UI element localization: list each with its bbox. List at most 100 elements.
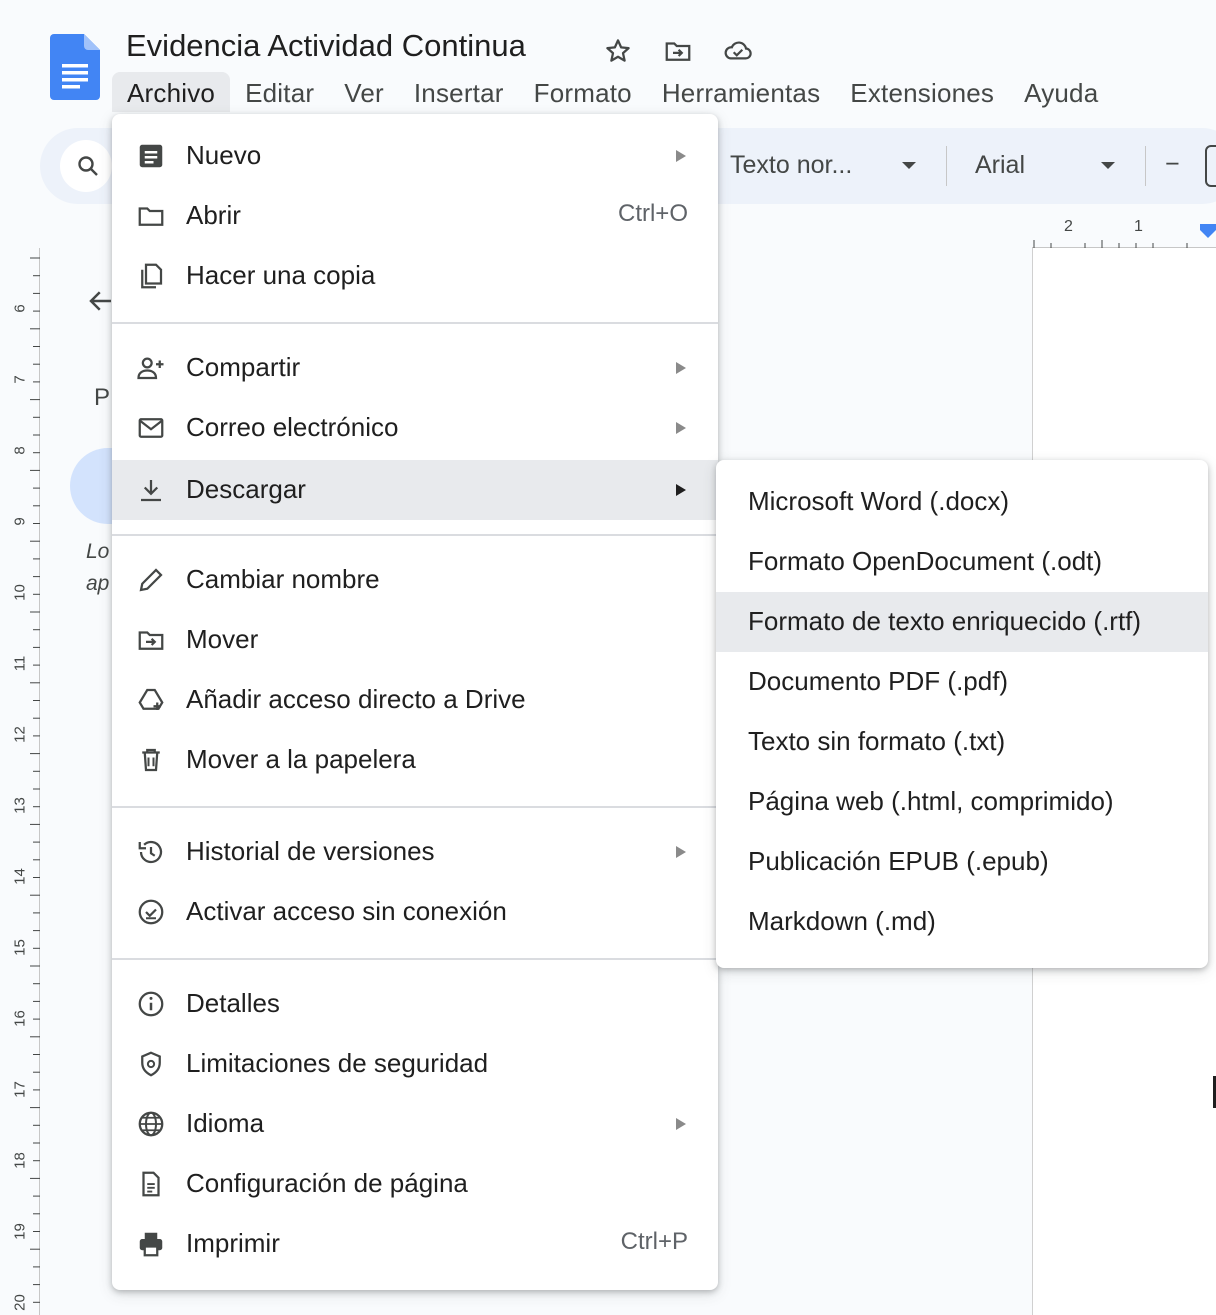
menu-item-label: Mover — [186, 624, 259, 654]
document-title[interactable]: Evidencia Actividad Continua — [126, 28, 526, 64]
menu-divider — [112, 958, 718, 960]
ruler-label: 9 — [11, 517, 29, 526]
menu-item-correo[interactable]: Correo electrónico — [112, 398, 718, 458]
ruler-label: 13 — [11, 797, 29, 814]
menu-archivo[interactable]: Archivo — [112, 72, 231, 112]
star-icon[interactable] — [603, 36, 633, 66]
menu-item-imprimir[interactable]: Imprimir Ctrl+P — [112, 1214, 718, 1274]
move-folder-icon — [138, 631, 164, 650]
docs-logo-icon[interactable] — [50, 34, 100, 100]
menu-item-config-pagina[interactable]: Configuración de página — [112, 1154, 718, 1214]
ruler-label: 17 — [11, 1081, 29, 1098]
ruler-label: 20 — [11, 1294, 29, 1311]
copy-icon — [141, 263, 163, 289]
menu-item-label: Configuración de página — [186, 1168, 468, 1198]
folder-icon — [138, 207, 164, 226]
menu-extensiones[interactable]: Extensiones — [835, 72, 1009, 112]
menu-item-detalles[interactable]: Detalles — [112, 974, 718, 1034]
menu-item-cambiar-nombre[interactable]: Cambiar nombre — [112, 550, 718, 610]
style-dropdown-caret-icon[interactable] — [902, 162, 916, 169]
page-setup-icon — [142, 1171, 160, 1197]
menu-item-abrir[interactable]: Abrir Ctrl+O — [112, 186, 718, 246]
ruler-label: 11 — [11, 655, 29, 672]
menu-item-label: Historial de versiones — [186, 836, 435, 866]
menu-item-label: Imprimir — [186, 1228, 280, 1258]
mail-icon — [138, 418, 164, 438]
menu-item-seguridad[interactable]: Limitaciones de seguridad — [112, 1034, 718, 1094]
horizontal-ruler[interactable]: 2 1 — [1032, 218, 1216, 248]
menu-item-label: Compartir — [186, 352, 301, 382]
security-icon — [141, 1051, 161, 1077]
font-size-decrease-button[interactable]: − — [1165, 150, 1180, 179]
menu-item-historial[interactable]: Historial de versiones — [112, 822, 718, 882]
person-add-icon — [137, 357, 164, 380]
font-size-input[interactable] — [1205, 145, 1216, 187]
menu-item-label: Añadir acceso directo a Drive — [186, 684, 526, 714]
menu-divider — [112, 806, 718, 808]
submenu-item-label: Formato de texto enriquecido (.rtf) — [748, 606, 1142, 636]
menu-item-compartir[interactable]: Compartir — [112, 338, 718, 398]
menu-item-sin-conexion[interactable]: Activar acceso sin conexión — [112, 882, 718, 942]
download-rtf[interactable]: Formato de texto enriquecido (.rtf) — [716, 592, 1208, 652]
menu-item-nuevo[interactable]: Nuevo — [112, 126, 718, 186]
ruler-label: 8 — [11, 446, 29, 455]
font-dropdown-caret-icon[interactable] — [1101, 162, 1115, 169]
download-pdf[interactable]: Documento PDF (.pdf) — [716, 652, 1208, 712]
menu-item-label: Abrir — [186, 200, 241, 230]
search-menus-button[interactable] — [60, 140, 112, 192]
menu-item-idioma[interactable]: Idioma — [112, 1094, 718, 1154]
ruler-label: 15 — [11, 939, 29, 956]
menu-herramientas[interactable]: Herramientas — [647, 72, 835, 112]
menu-item-descargar[interactable]: Descargar — [112, 460, 718, 520]
ruler-label: 10 — [11, 584, 29, 601]
menu-item-label: Hacer una copia — [186, 260, 376, 290]
menu-formato[interactable]: Formato — [519, 72, 647, 112]
menu-divider — [112, 534, 718, 536]
download-html[interactable]: Página web (.html, comprimido) — [716, 772, 1208, 832]
ruler-label: 7 — [11, 375, 29, 384]
shortcut-label: Ctrl+O — [617, 200, 688, 227]
menu-item-hacer-copia[interactable]: Hacer una copia — [112, 246, 718, 306]
outline-hint-text: Lo — [86, 540, 110, 563]
font-select-value[interactable]: Arial — [975, 151, 1025, 180]
shortcut-label: Ctrl+P — [620, 1228, 688, 1255]
search-icon — [78, 156, 98, 176]
menu-item-label: Cambiar nombre — [186, 564, 380, 594]
menu-ayuda[interactable]: Ayuda — [1009, 72, 1113, 112]
download-odt[interactable]: Formato OpenDocument (.odt) — [716, 532, 1208, 592]
menu-item-label: Nuevo — [186, 140, 262, 170]
ruler-label: 16 — [11, 1010, 29, 1027]
file-menu: Nuevo Abrir Ctrl+O Hacer una copia Compa… — [112, 114, 718, 1290]
toolbar-divider — [946, 146, 947, 186]
submenu-arrow-icon — [676, 846, 686, 858]
download-md[interactable]: Markdown (.md) — [716, 892, 1208, 952]
submenu-arrow-icon — [676, 362, 686, 374]
submenu-arrow-icon — [676, 150, 686, 162]
ruler-label: 1 — [1134, 218, 1143, 235]
ruler-label: 19 — [11, 1223, 29, 1240]
submenu-arrow-icon — [676, 1118, 686, 1130]
style-select-value[interactable]: Texto nor... — [730, 151, 852, 180]
menu-item-papelera[interactable]: Mover a la papelera — [112, 730, 718, 790]
outline-heading: P — [94, 384, 111, 411]
menu-item-acceso-directo[interactable]: Añadir acceso directo a Drive — [112, 670, 718, 730]
menu-item-mover[interactable]: Mover — [112, 610, 718, 670]
menu-insertar[interactable]: Insertar — [399, 72, 519, 112]
cloud-saved-icon[interactable] — [722, 36, 752, 66]
menu-bar: Archivo Editar Ver Insertar Formato Herr… — [112, 72, 1113, 112]
trash-icon — [142, 748, 160, 772]
submenu-item-label: Documento PDF (.pdf) — [748, 666, 1009, 696]
ruler-label: 14 — [11, 868, 29, 885]
move-folder-icon[interactable] — [663, 36, 693, 66]
download-docx[interactable]: Microsoft Word (.docx) — [716, 472, 1208, 532]
menu-item-label: Detalles — [186, 988, 280, 1018]
printer-icon — [139, 1232, 163, 1257]
menu-editar[interactable]: Editar — [230, 72, 329, 112]
menu-ver[interactable]: Ver — [329, 72, 399, 112]
download-txt[interactable]: Texto sin formato (.txt) — [716, 712, 1208, 772]
download-submenu: Microsoft Word (.docx) Formato OpenDocum… — [716, 460, 1208, 968]
history-icon — [138, 840, 163, 864]
download-epub[interactable]: Publicación EPUB (.epub) — [716, 832, 1208, 892]
outline-hint-text: ap — [86, 572, 110, 595]
offline-icon — [138, 899, 164, 925]
